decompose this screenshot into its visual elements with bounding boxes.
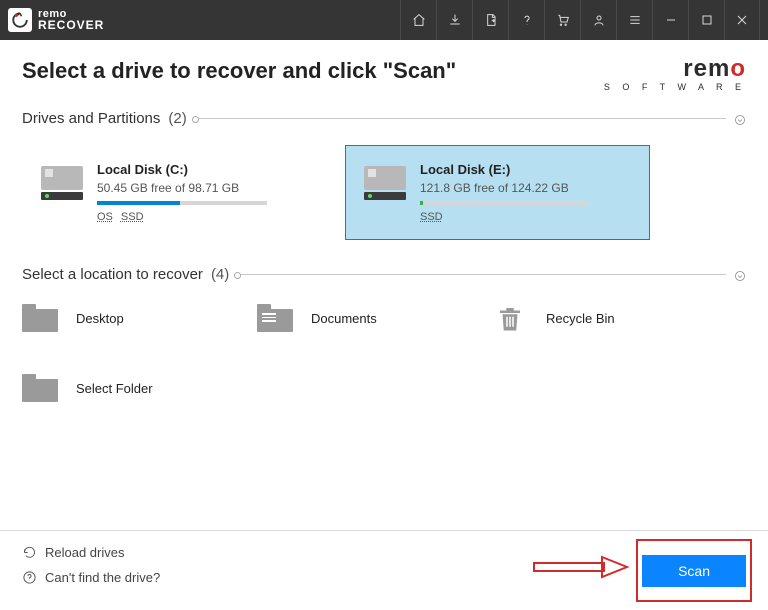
location-label: Select Folder	[76, 381, 153, 396]
logo-badge-icon	[8, 8, 32, 32]
drives-section-header: Drives and Partitions (2)	[22, 110, 746, 127]
drive-usage-bar	[420, 201, 590, 205]
scan-button[interactable]: Scan	[642, 555, 746, 587]
app-logo: remo RECOVER	[8, 8, 104, 32]
location-desktop[interactable]: Desktop	[22, 303, 257, 333]
maximize-icon[interactable]	[688, 0, 724, 40]
chevron-down-icon[interactable]	[734, 113, 746, 125]
titlebar-icons	[400, 0, 760, 40]
folder-icon	[22, 303, 58, 333]
footer: Reload drives Can't find the drive? Scan	[0, 530, 768, 610]
drive-tag: SSD	[420, 211, 443, 223]
drives-section-count: (2)	[168, 110, 186, 127]
locations-section-count: (4)	[211, 266, 229, 283]
reload-icon	[22, 545, 37, 560]
location-recycle-bin[interactable]: Recycle Bin	[492, 303, 727, 333]
download-icon[interactable]	[436, 0, 472, 40]
location-label: Recycle Bin	[546, 311, 615, 326]
location-select-folder[interactable]: Select Folder	[22, 373, 257, 403]
location-documents[interactable]: Documents	[257, 303, 492, 333]
locations-section-label: Select a location to recover	[22, 266, 203, 283]
drive-tag: OS	[97, 211, 113, 223]
drives-section-label: Drives and Partitions	[22, 110, 160, 127]
drive-free-text: 50.45 GB free of 98.71 GB	[97, 181, 308, 195]
divider	[237, 274, 726, 275]
drive-name: Local Disk (E:)	[420, 162, 631, 177]
drive-card-e[interactable]: Local Disk (E:) 121.8 GB free of 124.22 …	[345, 145, 650, 240]
folder-icon	[22, 373, 58, 403]
cant-find-drive-link[interactable]: Can't find the drive?	[22, 570, 160, 585]
drive-icon	[41, 166, 83, 200]
cart-icon[interactable]	[544, 0, 580, 40]
minimize-icon[interactable]	[652, 0, 688, 40]
question-icon	[22, 570, 37, 585]
logo-product-text: RECOVER	[38, 20, 104, 30]
titlebar: remo RECOVER	[0, 0, 768, 40]
drive-icon	[364, 166, 406, 200]
drive-name: Local Disk (C:)	[97, 162, 308, 177]
close-icon[interactable]	[724, 0, 760, 40]
chevron-down-icon[interactable]	[734, 269, 746, 281]
drive-tag: SSD	[121, 211, 144, 223]
reload-label: Reload drives	[45, 545, 125, 560]
home-icon[interactable]	[400, 0, 436, 40]
brand-subtitle: S O F T W A R E	[604, 82, 746, 92]
divider	[195, 118, 726, 119]
brand-logo-right: remo S O F T W A R E	[604, 58, 746, 92]
help-icon[interactable]	[508, 0, 544, 40]
drive-free-text: 121.8 GB free of 124.22 GB	[420, 181, 631, 195]
drive-usage-bar	[97, 201, 267, 205]
user-icon[interactable]	[580, 0, 616, 40]
annotation-arrow-icon	[532, 555, 632, 584]
locations-section-header: Select a location to recover (4)	[22, 266, 746, 283]
drive-tags: SSD	[420, 211, 631, 223]
file-export-icon[interactable]	[472, 0, 508, 40]
menu-icon[interactable]	[616, 0, 652, 40]
drive-card-c[interactable]: Local Disk (C:) 50.45 GB free of 98.71 G…	[22, 145, 327, 240]
cant-find-label: Can't find the drive?	[45, 570, 160, 585]
folder-lines-icon	[257, 303, 293, 333]
trash-icon	[492, 303, 528, 333]
location-label: Desktop	[76, 311, 124, 326]
drive-tags: OS SSD	[97, 211, 308, 223]
location-label: Documents	[311, 311, 377, 326]
reload-drives-link[interactable]: Reload drives	[22, 545, 160, 560]
